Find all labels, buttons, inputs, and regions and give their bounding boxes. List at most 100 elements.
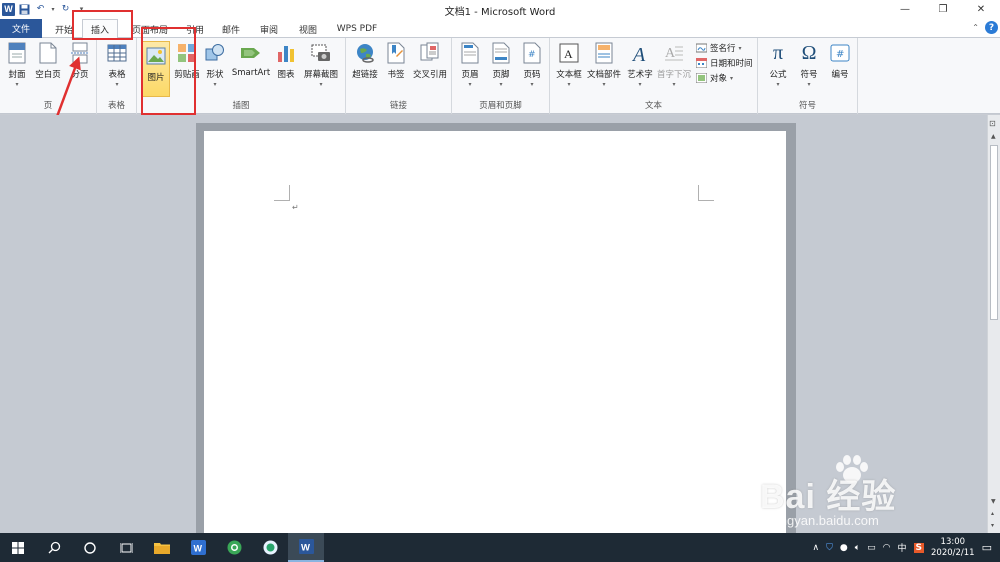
collapse-ribbon-icon[interactable]: ⌃: [972, 23, 979, 32]
word-taskbar-icon[interactable]: W: [288, 533, 324, 562]
signature-line-button[interactable]: 签名行 ▾: [695, 42, 742, 54]
svg-text:A: A: [564, 47, 573, 61]
symbol-button[interactable]: Ω 符号 ▾: [795, 41, 823, 89]
tab-file[interactable]: 文件: [0, 19, 42, 38]
number-button[interactable]: # 编号: [826, 41, 854, 80]
chat-app-icon[interactable]: [252, 533, 288, 562]
cross-reference-button[interactable]: 交叉引用: [410, 41, 450, 80]
vertical-scrollbar[interactable]: ⊡ ▲ ▼ ▴ ▾: [987, 115, 1000, 533]
cross-reference-label: 交叉引用: [412, 70, 447, 80]
help-icon[interactable]: ?: [985, 21, 998, 34]
clock-time: 13:00: [940, 536, 966, 547]
previous-page-icon[interactable]: ▴: [991, 510, 994, 517]
footer-button[interactable]: 页脚 ▾: [488, 41, 514, 88]
ime-indicator[interactable]: 中: [898, 541, 907, 554]
caret-icon: ▾: [468, 81, 472, 88]
header-button[interactable]: 页眉 ▾: [457, 41, 483, 88]
sogou-icon[interactable]: S: [913, 542, 924, 553]
security-shield-icon[interactable]: ⛉: [826, 543, 833, 553]
clock-date: 2020/2/11: [931, 547, 975, 558]
browser-icon[interactable]: [216, 533, 252, 562]
word-logo-icon: W: [2, 2, 15, 16]
title-bar: W ↶ ▾ ↻ ▾ 文档1 - Microsoft Word — ❐ ✕: [0, 0, 1000, 18]
caret-icon: ▾: [776, 81, 780, 88]
equation-label: 公式: [769, 70, 787, 80]
cross-reference-icon: [419, 41, 441, 65]
scroll-up-icon[interactable]: ▲: [991, 133, 996, 140]
page-number-button[interactable]: # 页码 ▾: [519, 41, 545, 88]
qq-icon[interactable]: ●: [840, 543, 848, 553]
tab-mailings[interactable]: 邮件: [216, 20, 246, 38]
hyperlink-button[interactable]: 超链接: [349, 41, 381, 80]
quick-parts-button[interactable]: 文档部件 ▾: [584, 41, 624, 88]
svg-text:W: W: [301, 543, 310, 554]
bookmark-label: 书签: [387, 70, 405, 80]
svg-text:W: W: [193, 544, 202, 554]
document-page[interactable]: ↵: [204, 131, 786, 533]
svg-text:#: #: [528, 50, 536, 60]
notification-icon[interactable]: ▭: [982, 541, 992, 554]
battery-icon[interactable]: ▭: [867, 543, 876, 553]
textbox-button[interactable]: A 文本框 ▾: [554, 41, 584, 88]
restore-icon[interactable]: ❐: [924, 0, 962, 18]
group-header-footer-label: 页眉和页脚: [479, 101, 522, 111]
tab-review[interactable]: 审阅: [254, 20, 284, 38]
show-hidden-icons-icon[interactable]: ∧: [813, 543, 820, 553]
screenshot-button[interactable]: 屏幕截图 ▾: [301, 41, 341, 88]
footer-label: 页脚: [492, 70, 510, 80]
caret-icon: ▾: [738, 44, 742, 52]
next-page-icon[interactable]: ▾: [991, 522, 994, 529]
tab-wps-pdf[interactable]: WPS PDF: [334, 20, 380, 38]
shapes-button[interactable]: 形状 ▾: [203, 41, 227, 88]
ruler-toggle-icon[interactable]: ⊡: [989, 119, 996, 128]
system-tray: ∧ ⛉ ● 🔈︎ ▭ ◠ 中 S 13:00 2020/2/11 ▭: [813, 533, 1000, 562]
chart-button[interactable]: 图表: [273, 41, 299, 80]
task-view-icon[interactable]: [108, 533, 144, 562]
search-icon[interactable]: [36, 533, 72, 562]
signature-line-icon: [695, 43, 708, 53]
caret-icon: ▾: [530, 81, 534, 88]
omega-icon: Ω: [801, 41, 817, 64]
dropdown-icon[interactable]: ▾: [50, 3, 56, 16]
chart-label: 图表: [277, 70, 295, 80]
tab-view[interactable]: 视图: [292, 20, 324, 38]
paragraph-mark-icon: ↵: [292, 203, 299, 212]
caret-icon: ▾: [638, 81, 642, 88]
wifi-icon[interactable]: ◠: [883, 543, 891, 553]
redo-icon[interactable]: ↻: [59, 3, 72, 16]
quick-parts-label: 文档部件: [586, 70, 621, 80]
object-button[interactable]: 对象 ▾: [695, 72, 734, 84]
textbox-icon: A: [558, 41, 580, 65]
minimize-icon[interactable]: —: [886, 0, 924, 18]
volume-icon[interactable]: 🔈︎: [855, 543, 860, 553]
caret-icon: ▾: [602, 81, 606, 88]
smartart-label: SmartArt: [231, 68, 271, 78]
smartart-button[interactable]: SmartArt: [231, 41, 271, 78]
number-icon: #: [829, 41, 851, 65]
caret-icon: ▾: [319, 81, 323, 88]
file-explorer-icon[interactable]: [144, 533, 180, 562]
undo-icon[interactable]: ↶: [34, 3, 47, 16]
group-text-label: 文本: [644, 101, 662, 111]
group-symbols: π 公式 ▾ Ω 符号 ▾ # 编号 符号: [758, 38, 858, 114]
cortana-icon[interactable]: [72, 533, 108, 562]
close-icon[interactable]: ✕: [962, 0, 1000, 18]
save-icon[interactable]: [18, 3, 31, 16]
drop-cap-button[interactable]: A 首字下沉 ▾: [655, 41, 693, 88]
equation-button[interactable]: π 公式 ▾: [763, 41, 793, 89]
scroll-down-icon[interactable]: ▼: [991, 498, 996, 505]
scrollbar-thumb[interactable]: [990, 145, 998, 320]
symbol-label: 符号: [800, 70, 818, 80]
wordart-button[interactable]: A 艺术字 ▾: [624, 41, 656, 88]
clock[interactable]: 13:00 2020/2/11: [931, 537, 975, 559]
windows-start-icon[interactable]: [0, 533, 36, 562]
group-header-footer: 页眉 ▾ 页脚 ▾ # 页码 ▾ 页眉和页脚: [452, 38, 550, 114]
document-workspace: ↵: [0, 115, 987, 553]
page-number-icon: #: [521, 41, 543, 65]
bookmark-button[interactable]: 书签: [383, 41, 409, 80]
caret-icon: ▾: [730, 74, 734, 82]
wps-writer-icon[interactable]: W: [180, 533, 216, 562]
date-time-button[interactable]: 日期和时间: [695, 57, 753, 69]
smartart-icon: [240, 41, 262, 65]
annotation-insert-tab-box: [72, 10, 133, 40]
